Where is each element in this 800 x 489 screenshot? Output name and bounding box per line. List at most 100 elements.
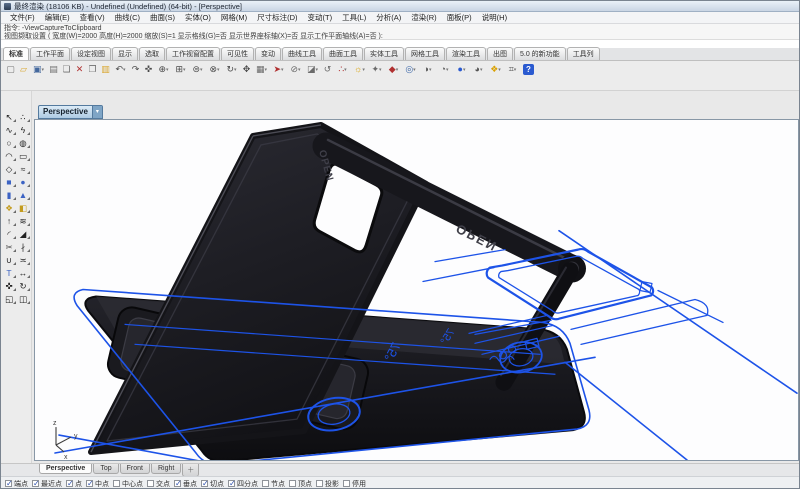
- text-tool-icon[interactable]: T: [3, 267, 16, 279]
- sphere-tool-icon[interactable]: ●: [17, 176, 30, 188]
- menu-transform[interactable]: 变动(T): [303, 12, 338, 23]
- osnap-end[interactable]: 端点: [5, 479, 28, 489]
- osnap-project[interactable]: 投影: [316, 479, 339, 489]
- menu-surface[interactable]: 曲面(S): [145, 12, 180, 23]
- help-icon[interactable]: ?: [523, 64, 534, 75]
- toolbar-tab-cplane[interactable]: 工作平面: [30, 47, 70, 60]
- osnap-vertex[interactable]: 顶点: [289, 479, 312, 489]
- join-tool-icon[interactable]: ∪: [3, 254, 16, 266]
- undo-view-change-icon[interactable]: ↺: [321, 63, 334, 77]
- print-icon[interactable]: ▤: [47, 63, 60, 77]
- named-view-icon[interactable]: ➤: [270, 63, 287, 77]
- mirror-tool-icon[interactable]: ◫: [17, 293, 30, 305]
- osnap-quadrant[interactable]: 四分点: [228, 479, 258, 489]
- toolbar-tab-mesh-tools[interactable]: 网格工具: [405, 47, 445, 60]
- isolate-object-icon[interactable]: ◪: [304, 63, 321, 77]
- toolbar-tab-select[interactable]: 选取: [139, 47, 165, 60]
- render-preview-icon[interactable]: ◕: [470, 63, 487, 77]
- fillet-tool-icon[interactable]: ◜: [3, 228, 16, 240]
- boolean-union-tool-icon[interactable]: ❖: [3, 202, 16, 214]
- undo-icon[interactable]: ↶: [112, 63, 129, 77]
- dimension-tool-icon[interactable]: ↔: [17, 267, 30, 279]
- color-wheel-icon[interactable]: ◎: [402, 63, 419, 77]
- scale-tool-icon[interactable]: ◱: [3, 293, 16, 305]
- toolbar-tab-display[interactable]: 显示: [112, 47, 138, 60]
- move-tool-icon[interactable]: ✜: [3, 280, 16, 292]
- redo-icon[interactable]: ↷: [129, 63, 142, 77]
- toolbar-tab-new-in-v5[interactable]: 5.0 的新功能: [514, 47, 566, 60]
- osnap-disable[interactable]: 停用: [343, 479, 366, 489]
- menu-analyze[interactable]: 分析(A): [371, 12, 406, 23]
- viewport-dropdown-icon[interactable]: ▾: [92, 106, 102, 118]
- cone-tool-icon[interactable]: ▲: [17, 189, 30, 201]
- options-icon[interactable]: ❖: [487, 63, 504, 77]
- freeform-tool-icon[interactable]: ≈: [17, 163, 30, 175]
- viewport-canvas[interactable]: OPEN OPEN: [35, 120, 798, 460]
- ellipse-tool-icon[interactable]: ◍: [17, 137, 30, 149]
- open-file-icon[interactable]: ▱: [17, 63, 30, 77]
- extrude-tool-icon[interactable]: ↑: [3, 215, 16, 227]
- toolbar-tab-surface-tools[interactable]: 曲面工具: [323, 47, 363, 60]
- boolean-difference-tool-icon[interactable]: ◧: [17, 202, 30, 214]
- pan-view-icon[interactable]: ✥: [240, 63, 253, 77]
- split-tool-icon[interactable]: ∤: [17, 241, 30, 253]
- zoom-selected-icon[interactable]: ⊜: [189, 63, 206, 77]
- material-icon[interactable]: ◆: [385, 63, 402, 77]
- copy-to-clipboard-icon[interactable]: ❏: [60, 63, 73, 77]
- osnap-center[interactable]: 中心点: [113, 479, 143, 489]
- toolbar-tab-curve-tools[interactable]: 曲线工具: [282, 47, 322, 60]
- zoom-dynamic-icon[interactable]: ⊕: [155, 63, 172, 77]
- menu-panels[interactable]: 面板(P): [442, 12, 477, 23]
- osnap-near[interactable]: 最近点: [32, 479, 62, 489]
- lock-object-icon[interactable]: ✦: [368, 63, 385, 77]
- polygon-tool-icon[interactable]: ◇: [3, 163, 16, 175]
- menu-view[interactable]: 查看(V): [75, 12, 110, 23]
- viewport-title-tab[interactable]: Perspective ▾: [38, 105, 103, 119]
- rotate-view-icon[interactable]: ↻: [223, 63, 240, 77]
- loft-tool-icon[interactable]: ≋: [17, 215, 30, 227]
- menu-dimension[interactable]: 尺寸标注(D): [252, 12, 302, 23]
- osnap-mid[interactable]: 中点: [86, 479, 109, 489]
- viewport-tab-front[interactable]: Front: [120, 464, 150, 474]
- arc-tool-icon[interactable]: ◠: [3, 150, 16, 162]
- toolbar-tab-transform[interactable]: 变动: [255, 47, 281, 60]
- box-tool-icon[interactable]: ■: [3, 176, 16, 188]
- paste-icon[interactable]: ▥: [99, 63, 112, 77]
- scatter-points-icon[interactable]: ∴: [334, 63, 351, 77]
- offset-tool-icon[interactable]: ≍: [17, 254, 30, 266]
- cplane-grid-icon[interactable]: ▦: [253, 63, 270, 77]
- copy-icon[interactable]: ❐: [86, 63, 99, 77]
- toolbar-tab-standard[interactable]: 标准: [3, 47, 29, 60]
- toolbar-tab-solid-tools[interactable]: 实体工具: [364, 47, 404, 60]
- chamfer-tool-icon[interactable]: ◢: [17, 228, 30, 240]
- trim-tool-icon[interactable]: ✂: [3, 241, 16, 253]
- toolbar-tab-toolbar-list[interactable]: 工具列: [567, 47, 600, 60]
- toolbar-tab-visibility[interactable]: 可见性: [221, 47, 254, 60]
- shaded-view-icon[interactable]: ◑: [419, 63, 436, 77]
- cylinder-tool-icon[interactable]: ▮: [3, 189, 16, 201]
- link-icon[interactable]: ⌗: [504, 63, 521, 77]
- menu-tools[interactable]: 工具(L): [337, 12, 371, 23]
- circle-tool-icon[interactable]: ○: [3, 137, 16, 149]
- menu-edit[interactable]: 编辑(E): [40, 12, 75, 23]
- osnap-point[interactable]: 点: [66, 479, 82, 489]
- osnap-knot[interactable]: 节点: [262, 479, 285, 489]
- save-icon[interactable]: ▣: [30, 63, 47, 77]
- toolbar-tab-set-view[interactable]: 设定视图: [71, 47, 111, 60]
- render-lamp-icon[interactable]: ☼: [351, 63, 368, 77]
- toolbar-tab-render-tools[interactable]: 渲染工具: [446, 47, 486, 60]
- rectangle-tool-icon[interactable]: ▭: [17, 150, 30, 162]
- rotate-tool-icon[interactable]: ↻: [17, 280, 30, 292]
- select-tool-icon[interactable]: ↖: [3, 111, 16, 123]
- osnap-intersection[interactable]: 交点: [147, 479, 170, 489]
- menu-mesh[interactable]: 网格(M): [216, 12, 252, 23]
- point-tool-icon[interactable]: ∴: [17, 111, 30, 123]
- zoom-window-icon[interactable]: ⊞: [172, 63, 189, 77]
- viewport-tab-right[interactable]: Right: [151, 464, 181, 474]
- viewport-tab-perspective[interactable]: Perspective: [39, 464, 92, 474]
- zoom-extents-icon[interactable]: ⊗: [206, 63, 223, 77]
- perspective-viewport[interactable]: OPEN OPEN: [34, 119, 799, 461]
- curve-tool-icon[interactable]: ∿: [3, 124, 16, 136]
- ghosted-view-icon[interactable]: ◔: [436, 63, 453, 77]
- menu-help[interactable]: 说明(H): [477, 12, 512, 23]
